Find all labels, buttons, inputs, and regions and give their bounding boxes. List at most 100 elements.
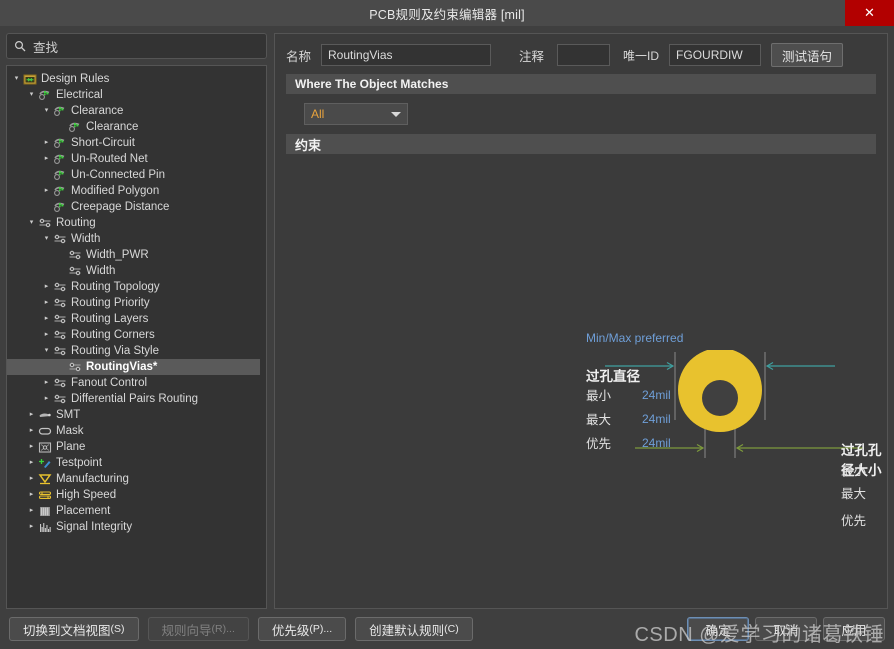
chevron-right-icon[interactable]: ▸ [41, 327, 52, 343]
footer-button[interactable]: 切换到文档视图 (S) [9, 617, 139, 641]
chevron-right-icon[interactable]: ▸ [41, 135, 52, 151]
chevron-right-icon[interactable]: ▸ [26, 455, 37, 471]
mask-icon [37, 425, 53, 437]
footer-button-label: 创建默认规则 [369, 620, 444, 639]
signalintegrity-icon [37, 521, 53, 533]
tree-item-label: High Speed [56, 487, 116, 503]
tree-item-label: Width_PWR [86, 247, 149, 263]
tree-item[interactable]: Creepage Distance [7, 199, 266, 215]
tree-item[interactable]: ▸ Signal Integrity [7, 519, 266, 535]
rule-editor-panel: 名称 RoutingVias 注释 唯一ID FGOURDIW 测试语句 Whe… [274, 33, 888, 609]
tree-item[interactable]: ▸ SMT [7, 407, 266, 423]
scope-select[interactable]: All [304, 103, 408, 125]
footer-button-label: 规则向导 [162, 620, 212, 639]
rule-name-field[interactable]: RoutingVias [321, 44, 491, 66]
dialog-action-button[interactable]: 取消 [755, 617, 817, 641]
tree-item[interactable]: ▾Clearance [7, 103, 266, 119]
footer-button-label: 优先级 [272, 620, 310, 639]
testpoint-icon [37, 457, 53, 469]
chevron-down-icon[interactable]: ▾ [26, 87, 37, 103]
tree-item[interactable]: ▸Modified Polygon [7, 183, 266, 199]
tree-item[interactable]: ▸ Plane [7, 439, 266, 455]
chevron-right-icon[interactable]: ▸ [41, 279, 52, 295]
tree-item[interactable]: ▸Manufacturing [7, 471, 266, 487]
chevron-right-icon[interactable]: ▸ [41, 375, 52, 391]
tree-item-label: Routing Topology [71, 279, 160, 295]
unique-id-field[interactable]: FGOURDIW [669, 44, 761, 66]
routing-icon [52, 393, 68, 405]
tree-item[interactable]: ▸ Routing Topology [7, 279, 266, 295]
chevron-down-icon[interactable]: ▾ [26, 215, 37, 231]
tree-item[interactable]: Width_PWR [7, 247, 266, 263]
tree-item[interactable]: ▾ Design Rules [7, 71, 266, 87]
chevron-down-icon[interactable]: ▾ [41, 343, 52, 359]
highspeed-icon [37, 489, 53, 501]
tree-item[interactable]: ▾Routing [7, 215, 266, 231]
chevron-down-icon[interactable]: ▾ [41, 231, 52, 247]
comment-field[interactable] [557, 44, 610, 66]
via-hole-row-max: 最大 12mil [841, 483, 888, 502]
tree-item-label: RoutingVias* [86, 359, 157, 375]
tree-item-label: Routing Corners [71, 327, 155, 343]
dialog-body: 查找 ▾Design Rules▾Electrical▾ClearanceCle… [0, 26, 894, 609]
tree-item-selected[interactable]: RoutingVias* [7, 359, 260, 375]
tree-item[interactable]: ▸ High Speed [7, 487, 266, 503]
dialog-action-button[interactable]: 应用 [823, 617, 885, 641]
tree-item[interactable]: ▸Short-Circuit [7, 135, 266, 151]
via-diameter-row-max: 最大 24mil [586, 409, 671, 428]
tree-item[interactable]: ▾Routing Via Style [7, 343, 266, 359]
chevron-right-icon[interactable]: ▸ [41, 183, 52, 199]
tree-item[interactable]: Un-Connected Pin [7, 167, 266, 183]
tree-item[interactable]: ▸Testpoint [7, 455, 266, 471]
tree-item-label: Signal Integrity [56, 519, 132, 535]
rules-tree[interactable]: ▾Design Rules▾Electrical▾ClearanceCleara… [6, 65, 267, 609]
chevron-down-icon[interactable]: ▾ [11, 71, 22, 87]
via-diameter-max-label: 最大 [586, 409, 642, 428]
tree-item[interactable]: ▸Placement [7, 503, 266, 519]
chevron-right-icon[interactable]: ▸ [41, 151, 52, 167]
tree-item[interactable]: Clearance [7, 119, 266, 135]
tree-item[interactable]: ▸Differential Pairs Routing [7, 391, 266, 407]
where-object-matches-header: Where The Object Matches [286, 74, 876, 94]
tree-item[interactable]: ▸ Routing Corners [7, 327, 266, 343]
chevron-right-icon[interactable]: ▸ [41, 311, 52, 327]
folder-rules-icon [22, 73, 38, 85]
via-diameter-min-label: 最小 [586, 385, 642, 404]
name-label: 名称 [286, 46, 311, 65]
via-diameter-max-field[interactable]: 24mil [642, 412, 671, 426]
footer-button-mnemonic: (P)... [309, 623, 332, 635]
minmax-preferred-link[interactable]: Min/Max preferred [586, 331, 683, 345]
tree-item[interactable]: Width [7, 263, 266, 279]
chevron-right-icon[interactable]: ▸ [26, 423, 37, 439]
tree-item[interactable]: ▸Un-Routed Net [7, 151, 266, 167]
dialog-ok-button[interactable]: 确定 [687, 617, 749, 641]
tree-item[interactable]: ▾Electrical [7, 87, 266, 103]
chevron-right-icon[interactable]: ▸ [26, 487, 37, 503]
tree-item[interactable]: ▸Mask [7, 423, 266, 439]
test-query-button[interactable]: 测试语句 [771, 43, 843, 67]
tree-item-label: Design Rules [41, 71, 109, 87]
search-input[interactable]: 查找 [6, 33, 267, 59]
tree-item-label: Un-Connected Pin [71, 167, 165, 183]
tree-item[interactable]: ▸Routing Priority [7, 295, 266, 311]
via-diameter-min-field[interactable]: 24mil [642, 388, 671, 402]
chevron-down-icon[interactable]: ▾ [41, 103, 52, 119]
tree-item[interactable]: ▸Routing Layers [7, 311, 266, 327]
chevron-right-icon[interactable]: ▸ [26, 407, 37, 423]
chevron-right-icon[interactable]: ▸ [26, 439, 37, 455]
footer-button[interactable]: 创建默认规则 (C) [355, 617, 473, 641]
chevron-right-icon[interactable]: ▸ [26, 471, 37, 487]
chevron-right-icon[interactable]: ▸ [41, 295, 52, 311]
tree-item-label: Plane [56, 439, 85, 455]
tree-item-label: SMT [56, 407, 80, 423]
title-bar: PCB规则及约束编辑器 [mil] ✕ [0, 0, 894, 26]
chevron-right-icon[interactable]: ▸ [26, 519, 37, 535]
footer-button[interactable]: 优先级 (P)... [258, 617, 346, 641]
via-diameter-row-min: 最小 24mil [586, 385, 671, 404]
tree-item[interactable]: ▸Fanout Control [7, 375, 266, 391]
via-diameter-preferred-field[interactable]: 24mil [642, 436, 671, 450]
tree-item[interactable]: ▾Width [7, 231, 266, 247]
close-icon[interactable]: ✕ [845, 0, 894, 26]
chevron-right-icon[interactable]: ▸ [41, 391, 52, 407]
chevron-right-icon[interactable]: ▸ [26, 503, 37, 519]
